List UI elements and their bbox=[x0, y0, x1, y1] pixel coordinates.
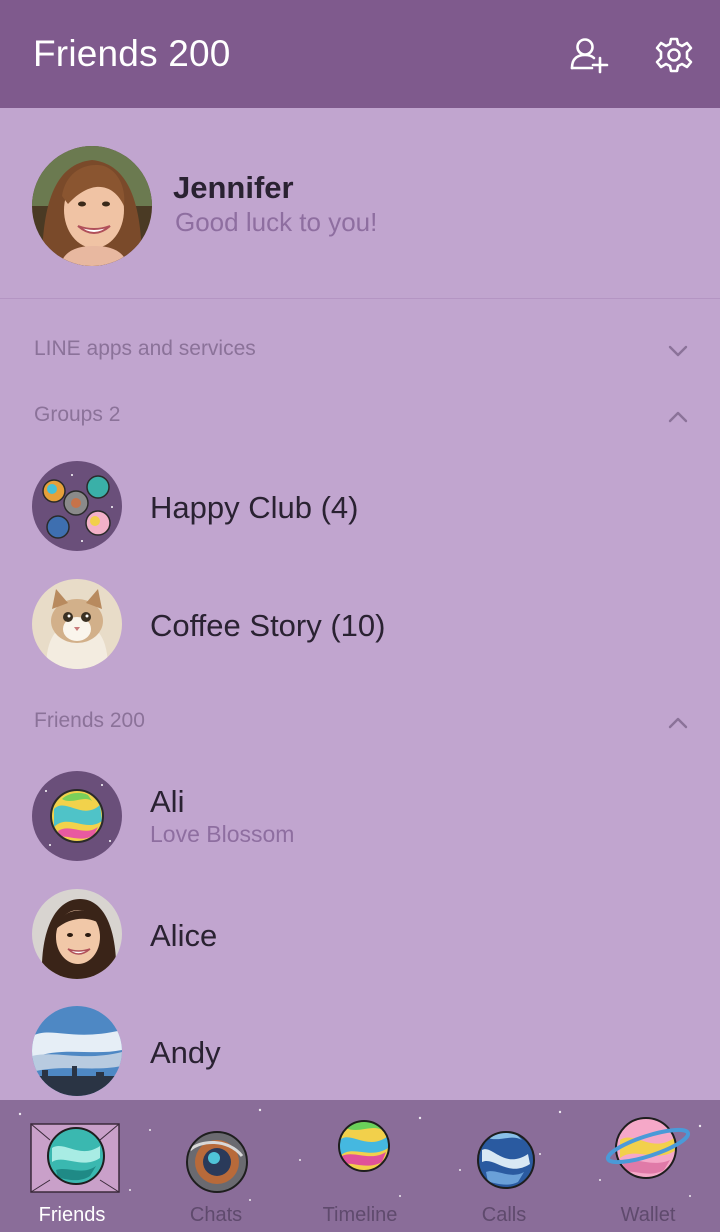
tab-wallet[interactable]: Wallet bbox=[576, 1100, 720, 1232]
friend-item-ali[interactable]: Ali Love Blossom bbox=[0, 762, 720, 872]
my-profile[interactable]: Jennifer Good luck to you! bbox=[0, 108, 720, 299]
friend-item-alice[interactable]: Alice bbox=[0, 880, 720, 990]
chevron-up-icon bbox=[668, 717, 688, 729]
profile-avatar[interactable] bbox=[32, 146, 152, 266]
friend-status-message: Love Blossom bbox=[150, 821, 295, 847]
group-name: Happy Club (4) bbox=[150, 490, 359, 525]
chevron-up-icon bbox=[668, 411, 688, 423]
tab-label: Friends bbox=[38, 1204, 106, 1226]
tab-label: Chats bbox=[189, 1204, 243, 1226]
profile-name: Jennifer bbox=[173, 170, 294, 205]
group-item-happy-club[interactable]: Happy Club (4) bbox=[0, 452, 720, 562]
gear-icon[interactable] bbox=[653, 34, 695, 76]
friend-avatar bbox=[32, 771, 122, 861]
friend-avatar bbox=[32, 1006, 122, 1096]
section-label: Groups 2 bbox=[34, 403, 121, 426]
section-label: LINE apps and services bbox=[34, 337, 256, 360]
group-name: Coffee Story (10) bbox=[150, 608, 386, 643]
tab-timeline[interactable]: Timeline bbox=[288, 1100, 432, 1232]
group-avatar bbox=[32, 579, 122, 669]
page-title: Friends 200 bbox=[33, 33, 231, 74]
group-item-coffee-story[interactable]: Coffee Story (10) bbox=[0, 570, 720, 680]
app-header: Friends 200 bbox=[0, 0, 720, 108]
chevron-down-icon bbox=[668, 345, 688, 357]
profile-status-message: Good luck to you! bbox=[175, 207, 378, 237]
friend-item-andy[interactable]: Andy bbox=[0, 997, 720, 1107]
add-friend-icon[interactable] bbox=[568, 34, 610, 76]
section-groups[interactable]: Groups 2 bbox=[0, 389, 720, 445]
group-avatar bbox=[32, 461, 122, 551]
section-friends[interactable]: Friends 200 bbox=[0, 695, 720, 751]
friend-name: Andy bbox=[150, 1035, 221, 1070]
tab-chats[interactable]: Chats bbox=[144, 1100, 288, 1232]
tab-label: Calls bbox=[481, 1204, 527, 1226]
section-label: Friends 200 bbox=[34, 709, 145, 732]
tab-label: Timeline bbox=[322, 1204, 398, 1226]
tab-friends[interactable]: Friends bbox=[0, 1100, 144, 1232]
friend-name: Alice bbox=[150, 918, 218, 953]
tab-calls[interactable]: Calls bbox=[432, 1100, 576, 1232]
friend-avatar bbox=[32, 889, 122, 979]
tab-label: Wallet bbox=[620, 1204, 676, 1226]
friend-name: Ali bbox=[150, 784, 185, 819]
section-line-apps[interactable]: LINE apps and services bbox=[0, 323, 720, 379]
